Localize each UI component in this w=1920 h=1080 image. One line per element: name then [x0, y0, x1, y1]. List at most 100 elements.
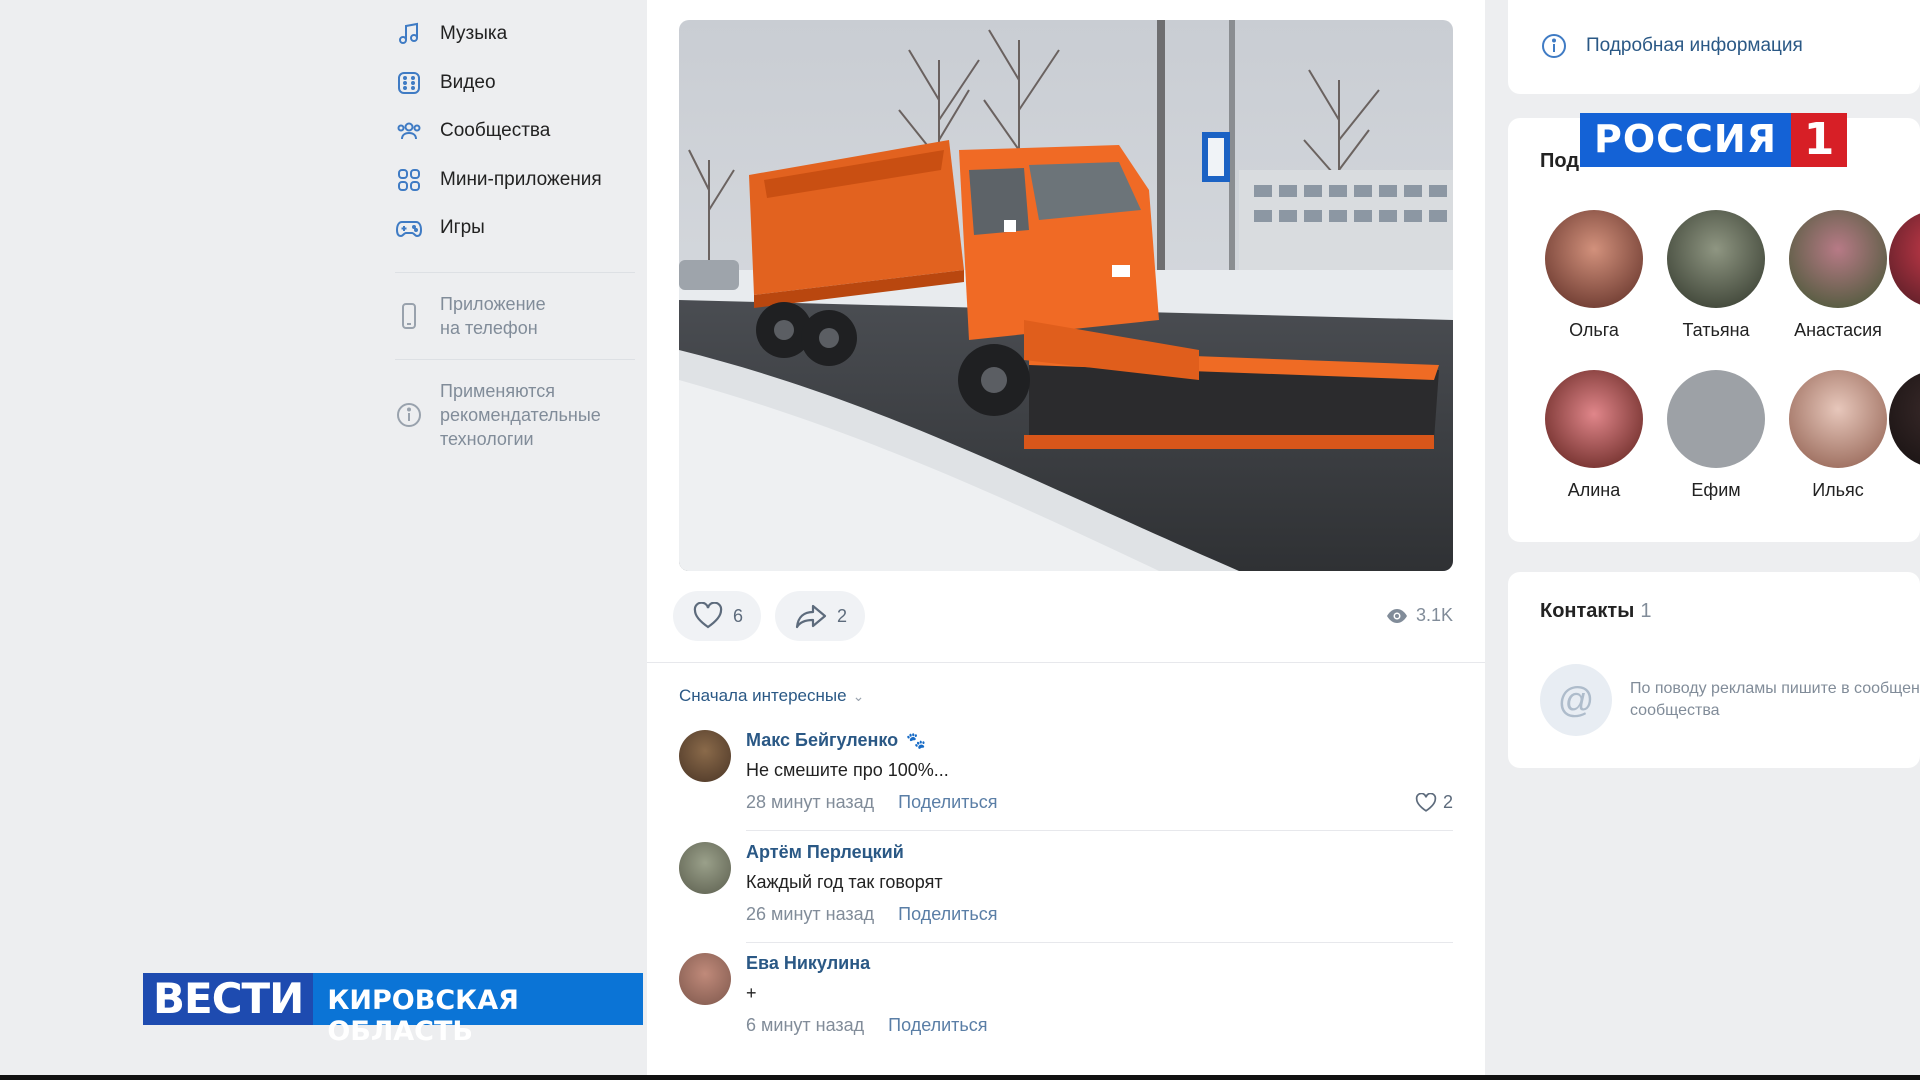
comment-author[interactable]: Макс Бейгуленко 🐾: [746, 730, 926, 751]
recommendations-text: Применяются рекомендательные технологии: [440, 379, 601, 451]
subscriber-name: Ильяс: [1812, 480, 1864, 500]
avatar: [1545, 370, 1643, 468]
like-button[interactable]: 6: [673, 591, 762, 641]
subscriber-item[interactable]: [1889, 210, 1920, 308]
snowplow-truck-photo: [679, 20, 1453, 571]
avatar: [1667, 370, 1765, 468]
more-info-link[interactable]: Подробная информация: [1540, 32, 1803, 60]
comment-meta: 6 минут назад Поделиться: [746, 1015, 988, 1036]
subscriber-item[interactable]: Ефим: [1661, 370, 1771, 501]
heart-icon: [693, 602, 723, 629]
comment-author[interactable]: Артём Перлецкий: [746, 842, 904, 863]
avatar: [1789, 370, 1887, 468]
post-image[interactable]: [679, 20, 1453, 571]
subscribers-card: Подписчики Ольга Татьяна Анастасия Алина…: [1508, 118, 1920, 542]
comment-share-link[interactable]: Поделиться: [888, 1015, 987, 1036]
nav-item-games[interactable]: Игры: [395, 204, 635, 253]
nav-label-communities: Сообщества: [440, 120, 551, 142]
avatar: [1545, 210, 1643, 308]
views-counter: 3.1K: [1386, 605, 1453, 626]
nav-label-games: Игры: [440, 217, 485, 239]
avatar: [1789, 210, 1887, 308]
eye-icon: [1386, 608, 1407, 623]
post-divider: [647, 662, 1485, 663]
comment-divider: [746, 830, 1453, 831]
nav-item-video[interactable]: Видео: [395, 59, 635, 108]
like-count: 6: [733, 605, 744, 626]
avatar: [1889, 370, 1920, 468]
at-sign-icon: @: [1540, 664, 1612, 736]
subscriber-name: Ефим: [1691, 480, 1741, 500]
comment-meta: 28 минут назад Поделиться: [746, 792, 998, 813]
subscriber-item[interactable]: [1889, 370, 1920, 468]
share-button[interactable]: 2: [775, 591, 866, 641]
contact-description-line2: сообщества: [1630, 702, 1720, 719]
subscriber-item[interactable]: Татьяна: [1661, 210, 1771, 341]
nav-item-phone-app[interactable]: Приложение на телефон: [395, 292, 635, 340]
comment-text: Каждый год так говорят: [746, 872, 943, 892]
sort-label: Сначала интересные: [679, 686, 847, 705]
nav-item-music[interactable]: Музыка: [395, 10, 635, 59]
phone-app-text: Приложение на телефон: [440, 292, 546, 340]
program-name: ВЕСТИ: [143, 973, 314, 1025]
comment-time[interactable]: 6 минут назад: [746, 1015, 864, 1036]
phone-app-line2: на телефон: [440, 317, 538, 338]
subscriber-name: Алина: [1567, 480, 1621, 500]
channel-number: 1: [1791, 113, 1847, 167]
comment-text: +: [746, 983, 757, 1003]
comment-like-button[interactable]: 2: [1415, 792, 1453, 813]
comment-share-link[interactable]: Поделиться: [898, 792, 997, 813]
region-name: КИРОВСКАЯ ОБЛАСТЬ: [313, 973, 644, 1047]
program-banner: ВЕСТИ КИРОВСКАЯ ОБЛАСТЬ: [143, 973, 644, 1047]
avatar[interactable]: [679, 842, 731, 894]
comment-text: Не смешите про 100%...: [746, 760, 949, 780]
more-info-label: Подробная информация: [1586, 35, 1803, 56]
info-icon: [1542, 34, 1566, 58]
subscriber-item[interactable]: Ольга: [1539, 210, 1649, 341]
comments-sort-dropdown[interactable]: Сначала интересные ⌄: [679, 686, 864, 706]
subscriber-name: Анастасия: [1794, 320, 1882, 340]
info-icon: [395, 401, 423, 429]
nav-item-mini-apps[interactable]: Мини-приложения: [395, 156, 635, 205]
share-arrow-icon: [795, 604, 827, 629]
nav-label-music: Музыка: [440, 23, 508, 45]
screen-bottom-edge: [0, 1075, 1920, 1080]
subscriber-name: Ольга: [1569, 320, 1619, 340]
subscriber-item[interactable]: Анастасия: [1783, 210, 1893, 341]
comment-author[interactable]: Ева Никулина: [746, 953, 870, 974]
subscriber-item[interactable]: Алина: [1539, 370, 1649, 501]
nav-label-video: Видео: [440, 71, 496, 93]
contacts-title-text: Контакты: [1540, 600, 1635, 622]
nav-label-mini-apps: Мини-приложения: [440, 168, 602, 190]
subscriber-item[interactable]: Ильяс: [1783, 370, 1893, 501]
left-navigation: Музыка Видео Сообщества Мини-приложения …: [395, 10, 635, 451]
views-count: 3.1K: [1415, 605, 1453, 625]
post-card: 6 2 3.1K Сначала интересные ⌄ Макс Бейгу…: [647, 0, 1485, 1075]
comment-share-link[interactable]: Поделиться: [898, 904, 997, 925]
avatar[interactable]: [679, 953, 731, 1005]
phone-icon: [395, 302, 423, 330]
channel-name: РОССИЯ: [1580, 113, 1791, 167]
channel-logo: РОССИЯ 1: [1580, 113, 1847, 167]
contacts-title[interactable]: Контакты 1: [1540, 600, 1651, 623]
communities-icon: [395, 117, 423, 145]
nav-divider: [395, 358, 635, 360]
comment-author-name: Макс Бейгуленко: [746, 730, 899, 750]
nav-divider: [395, 271, 635, 273]
comment-like-count: 2: [1442, 792, 1453, 812]
nav-item-communities[interactable]: Сообщества: [395, 107, 635, 156]
apps-icon: [395, 166, 423, 194]
comment-time[interactable]: 26 минут назад: [746, 904, 874, 925]
contacts-count: 1: [1640, 600, 1652, 622]
avatar: [1889, 210, 1920, 308]
comment-time[interactable]: 28 минут назад: [746, 792, 874, 813]
phone-app-line1: Приложение: [440, 293, 546, 314]
comment-divider: [746, 942, 1453, 943]
chevron-down-icon: ⌄: [852, 687, 865, 704]
comment-author-name: Артём Перлецкий: [746, 842, 904, 862]
nav-item-recommendations[interactable]: Применяются рекомендательные технологии: [395, 379, 635, 451]
comment-author-name: Ева Никулина: [746, 953, 871, 973]
avatar[interactable]: [679, 730, 731, 782]
subscriber-name: Татьяна: [1682, 320, 1750, 340]
contact-description-line1: По поводу рекламы пишите в сообщения: [1630, 680, 1920, 697]
